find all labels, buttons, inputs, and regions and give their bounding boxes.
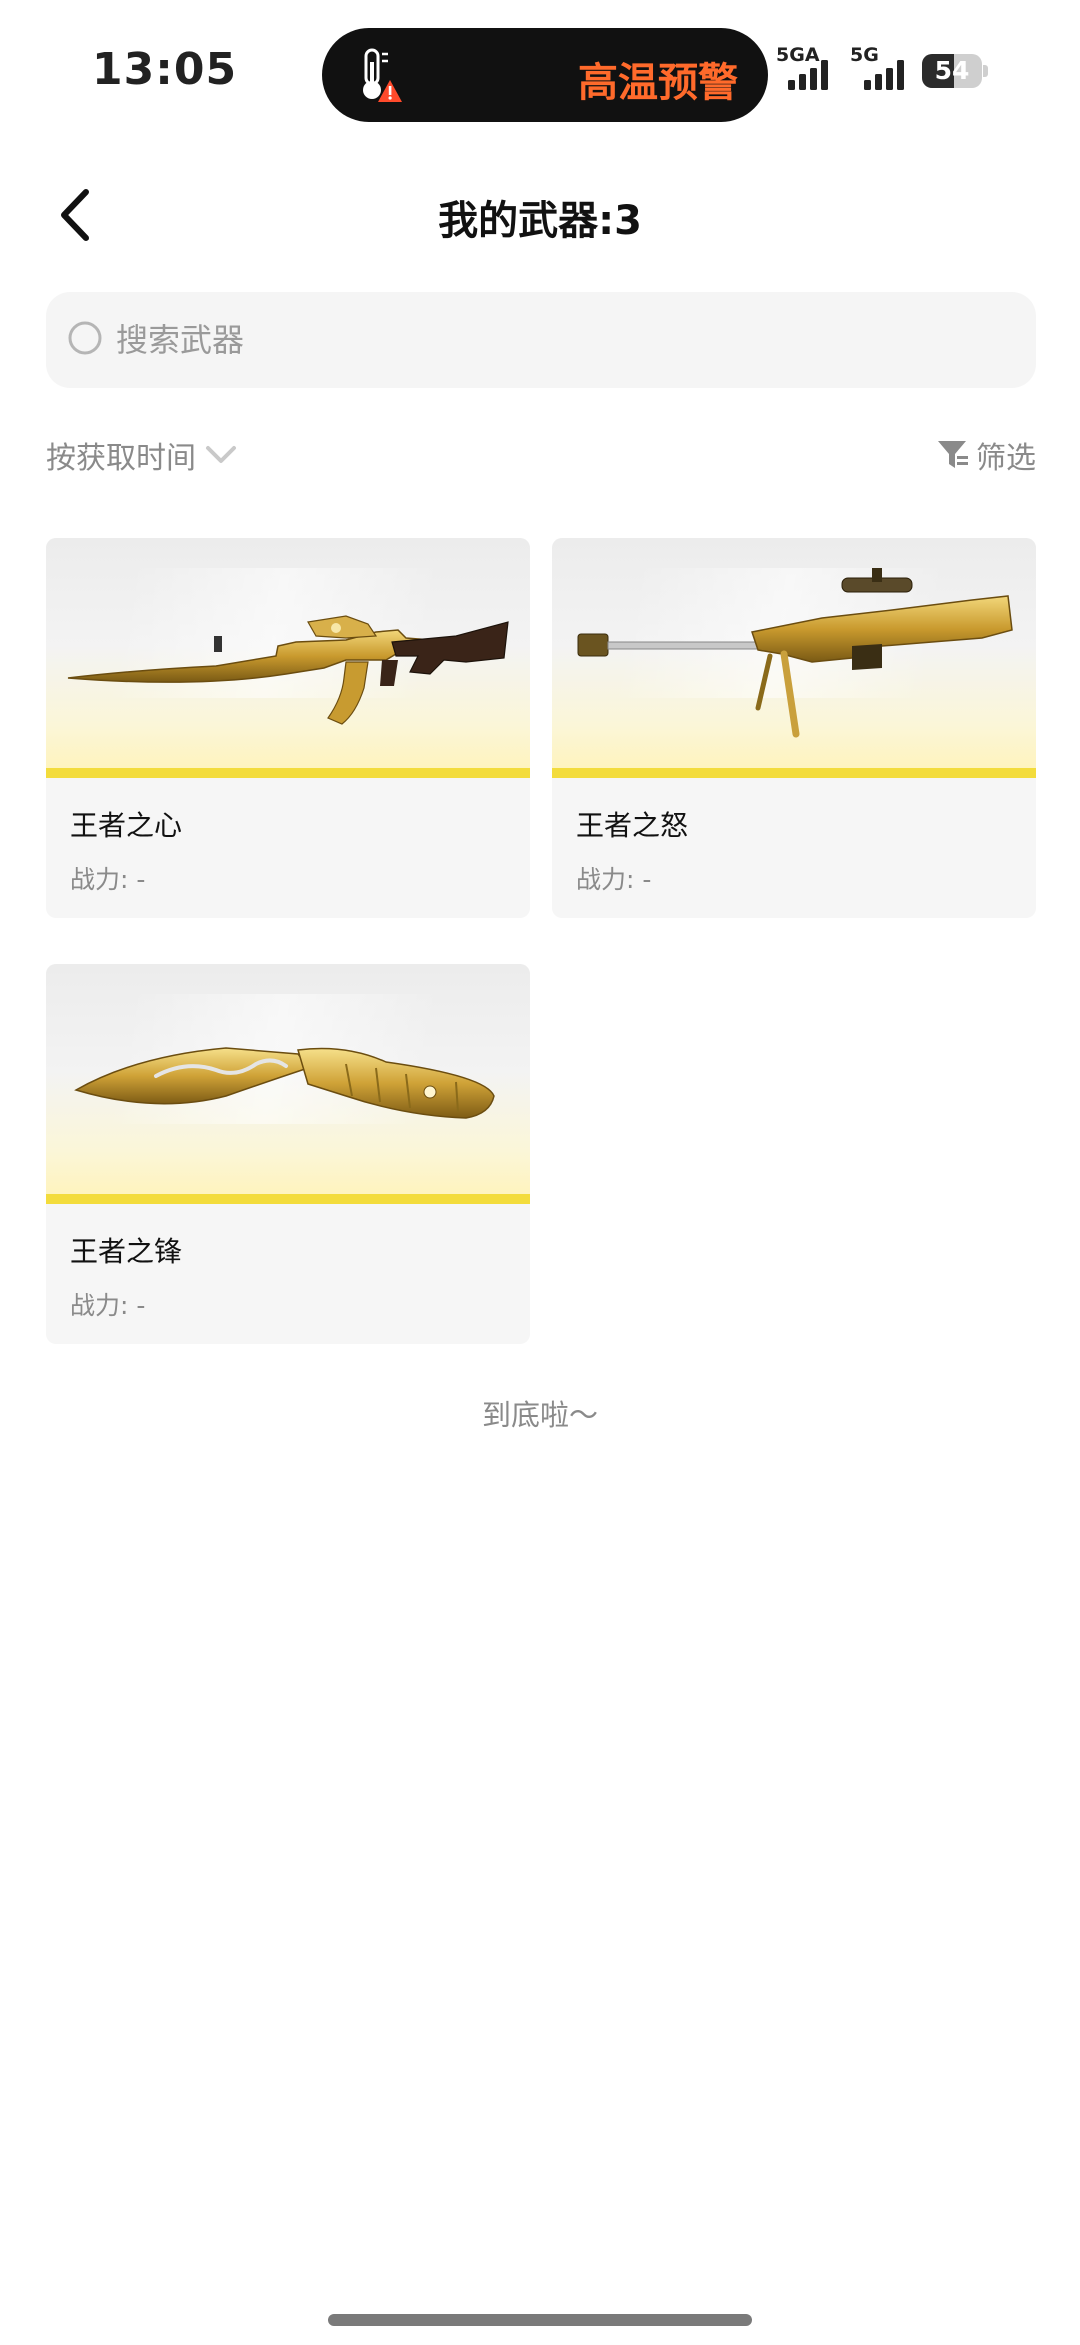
sort-label: 按获取时间 bbox=[46, 441, 196, 476]
sort-dropdown[interactable]: 按获取时间 bbox=[46, 432, 238, 478]
weapon-image bbox=[552, 538, 1036, 778]
signal-bars-icon bbox=[864, 60, 904, 90]
weapon-power: 战力: - bbox=[70, 1291, 146, 1320]
chevron-down-icon bbox=[206, 446, 236, 463]
card-accent-bar bbox=[46, 1194, 530, 1204]
battery-percent: 54 bbox=[934, 56, 970, 85]
status-time: 13:05 bbox=[92, 44, 238, 95]
card-accent-bar bbox=[552, 768, 1036, 778]
card-accent-bar bbox=[46, 768, 530, 778]
weapon-power: 战力: - bbox=[70, 865, 146, 894]
signal-bars-icon bbox=[788, 60, 828, 90]
home-indicator[interactable] bbox=[328, 2314, 752, 2326]
weapon-name: 王者之锋 bbox=[70, 1235, 183, 1268]
battery-indicator: 54 bbox=[922, 54, 988, 88]
filter-button[interactable]: 筛选 bbox=[936, 432, 1036, 478]
weapon-card[interactable]: 王者之锋 战力: - bbox=[46, 964, 530, 1344]
filter-icon bbox=[938, 441, 968, 468]
list-end-text: 到底啦～ bbox=[481, 1398, 598, 1432]
dynamic-island[interactable]: 高温预警 bbox=[322, 28, 768, 122]
weapon-card[interactable]: 王者之心 战力: - bbox=[46, 538, 530, 918]
weapon-name: 王者之心 bbox=[70, 809, 183, 842]
weapon-image bbox=[46, 964, 530, 1204]
weapon-card[interactable]: 王者之怒 战力: - bbox=[552, 538, 1036, 918]
status-bar: 13:05 高温预警 5GA 5G 54 bbox=[0, 0, 1080, 140]
weapon-name: 王者之怒 bbox=[576, 809, 689, 842]
search-bar[interactable] bbox=[46, 292, 1036, 388]
golden-rifle-icon bbox=[67, 615, 509, 725]
page-title: 我的武器:3 bbox=[438, 198, 642, 244]
filter-label: 筛选 bbox=[976, 441, 1036, 476]
golden-kukri-knife-icon bbox=[74, 1047, 495, 1119]
weapon-image bbox=[46, 538, 530, 778]
page-header: 我的武器:3 bbox=[0, 160, 1080, 270]
battery-icon: 54 bbox=[922, 54, 982, 88]
weapon-power: 战力: - bbox=[576, 865, 652, 894]
golden-sniper-rifle-icon bbox=[577, 568, 1013, 738]
battery-tip bbox=[983, 65, 988, 77]
search-input[interactable] bbox=[116, 310, 996, 370]
heat-alert-text: 高温预警 bbox=[578, 60, 738, 106]
search-icon bbox=[68, 321, 102, 355]
thermometer-warning-icon bbox=[363, 48, 402, 102]
weapons-screen: 13:05 高温预警 5GA 5G 54 我的武器:3 搜索武器 按获取时间 筛… bbox=[0, 0, 1080, 2345]
